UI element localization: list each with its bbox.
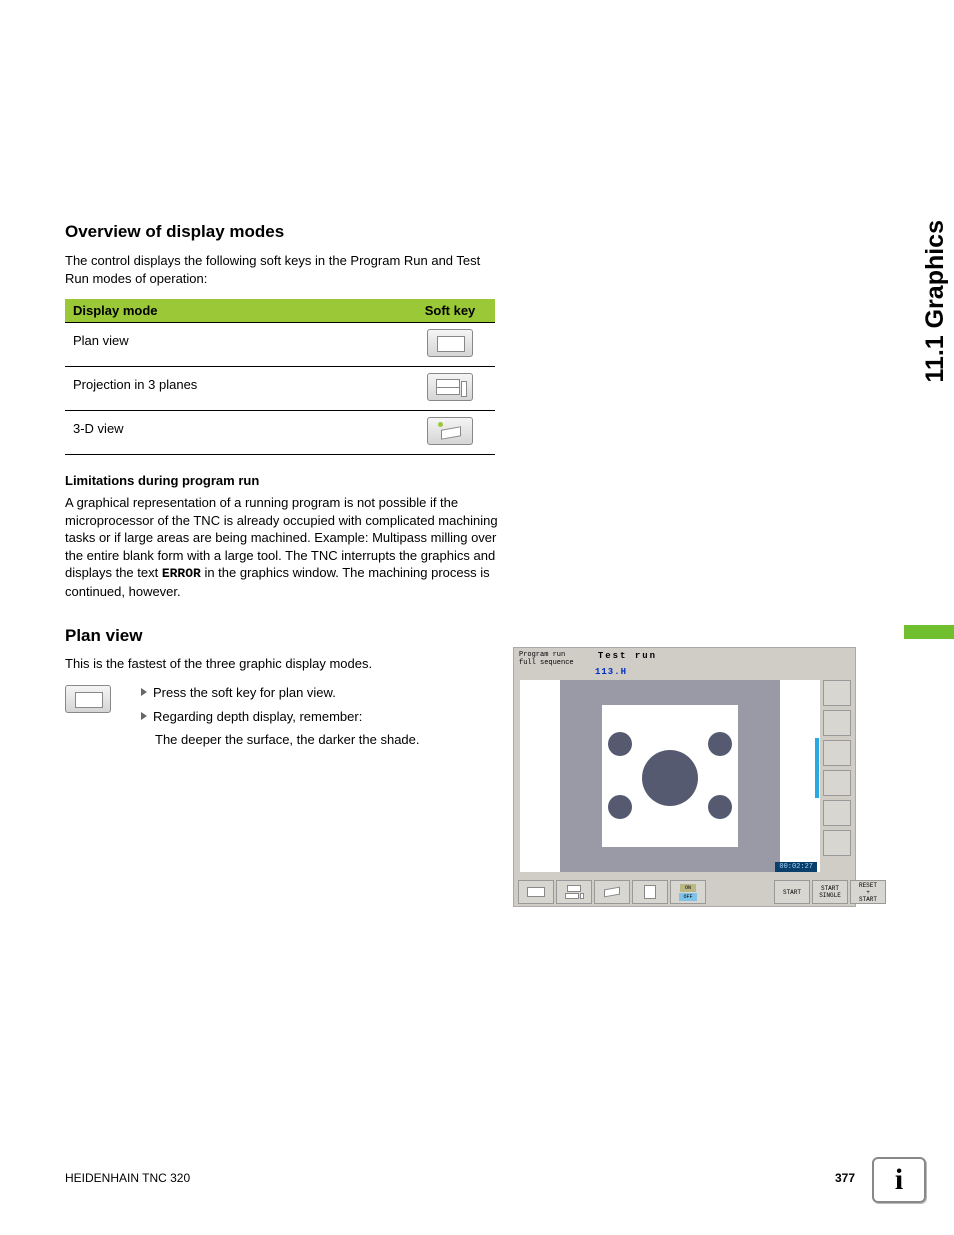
side-green-marker bbox=[904, 625, 954, 639]
row-label: Projection in 3 planes bbox=[65, 367, 405, 411]
ss-mode-line1: Program run bbox=[519, 651, 565, 659]
bullet-list: Press the soft key for plan view. Regard… bbox=[141, 683, 420, 750]
three-planes-icon bbox=[427, 373, 473, 401]
info-icon-box: i bbox=[872, 1157, 926, 1203]
ss-sk-start-single: START SINGLE bbox=[812, 880, 848, 904]
ss-bottom-softkeys: ON OFF START START SINGLE RESET + START bbox=[518, 880, 886, 904]
ss-right-softkeys bbox=[823, 680, 851, 872]
ss-title: Test run bbox=[598, 651, 657, 661]
ss-sk-info-icon bbox=[632, 880, 668, 904]
footer-left: HEIDENHAIN TNC 320 bbox=[65, 1171, 190, 1185]
ss-sk-plan-icon bbox=[518, 880, 554, 904]
plan-view-softkey-icon bbox=[65, 685, 111, 713]
triangle-bullet-icon bbox=[141, 712, 147, 720]
tnc-screenshot: Program run full sequence Test run 113.H… bbox=[513, 647, 856, 907]
error-code: ERROR bbox=[162, 566, 201, 581]
plan-view-icon bbox=[427, 329, 473, 357]
heading-plan-view: Plan view bbox=[65, 626, 885, 646]
table-row: Plan view bbox=[65, 323, 495, 367]
col-display-mode: Display mode bbox=[65, 299, 405, 323]
col-soft-key: Soft key bbox=[405, 299, 495, 323]
ss-mode-line2: full sequence bbox=[519, 659, 574, 667]
ss-graphics-area bbox=[520, 680, 820, 872]
page-footer: HEIDENHAIN TNC 320 377 bbox=[65, 1171, 855, 1185]
ss-sk-3d-icon bbox=[594, 880, 630, 904]
section-side-tab: 11.1 Graphics bbox=[917, 220, 954, 383]
row-label: Plan view bbox=[65, 323, 405, 367]
ss-slider-indicator bbox=[815, 738, 819, 798]
limitations-heading: Limitations during program run bbox=[65, 473, 885, 488]
bullet-indent-text: The deeper the surface, the darker the s… bbox=[155, 730, 420, 750]
ss-sk-start: START bbox=[774, 880, 810, 904]
heading-overview: Overview of display modes bbox=[65, 222, 885, 242]
page-number: 377 bbox=[835, 1171, 855, 1185]
row-label: 3-D view bbox=[65, 411, 405, 455]
triangle-bullet-icon bbox=[141, 688, 147, 696]
display-modes-table: Display mode Soft key Plan view Projecti… bbox=[65, 299, 495, 455]
ss-sk-3planes-icon bbox=[556, 880, 592, 904]
ss-sk-on-off: ON OFF bbox=[670, 880, 706, 904]
bullet-text: Press the soft key for plan view. bbox=[153, 685, 336, 700]
three-d-icon bbox=[427, 417, 473, 445]
ss-sk-reset-start: RESET + START bbox=[850, 880, 886, 904]
ss-file: 113.H bbox=[595, 667, 850, 677]
overview-intro: The control displays the following soft … bbox=[65, 252, 495, 287]
table-row: Projection in 3 planes bbox=[65, 367, 495, 411]
table-row: 3-D view bbox=[65, 411, 495, 455]
limitations-text: A graphical representation of a running … bbox=[65, 494, 505, 600]
bullet-text: Regarding depth display, remember: bbox=[153, 709, 362, 724]
info-icon: i bbox=[895, 1163, 903, 1197]
ss-timer: 00:02:27 bbox=[775, 862, 817, 872]
